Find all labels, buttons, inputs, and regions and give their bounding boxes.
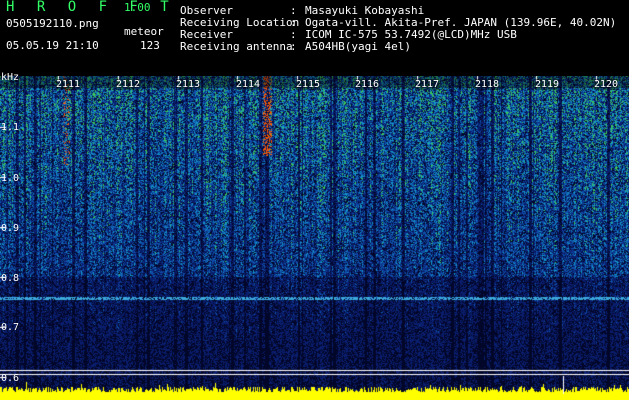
file-name: 0505192110.png bbox=[6, 17, 99, 30]
header-panel: H R O F F T 1.00 0505192110.png meteor 0… bbox=[0, 0, 629, 76]
time-tick-label: 2112 bbox=[116, 79, 141, 90]
app-version: 1.00 bbox=[124, 1, 151, 14]
count-value: 123 bbox=[140, 39, 160, 52]
antenna-label: Receiving antenna bbox=[180, 40, 293, 53]
antenna-value: A504HB(yagi 4el) bbox=[305, 40, 411, 53]
time-tick-label: 2118 bbox=[475, 79, 500, 90]
date-time: 05.05.19 21:10 bbox=[6, 39, 99, 52]
time-tick-label: 2114 bbox=[236, 79, 261, 90]
time-tick-label: 2115 bbox=[296, 79, 321, 90]
mode-label: meteor bbox=[124, 25, 164, 38]
spectrogram-canvas bbox=[0, 76, 629, 400]
antenna-colon: : bbox=[290, 40, 297, 53]
freq-tick-label: 0.6 bbox=[1, 373, 20, 384]
freq-tick-label: 1.1 bbox=[1, 122, 20, 133]
time-tick-label: 2120 bbox=[594, 79, 619, 90]
freq-tick-label: 0.7 bbox=[1, 322, 20, 333]
time-tick-label: 2116 bbox=[355, 79, 380, 90]
time-tick-label: 2111 bbox=[56, 79, 81, 90]
time-tick-label: 2119 bbox=[535, 79, 560, 90]
freq-tick-label: 1.0 bbox=[1, 173, 20, 184]
time-tick-label: 2117 bbox=[415, 79, 440, 90]
freq-tick-label: 0.8 bbox=[1, 273, 20, 284]
time-tick-label: 2113 bbox=[176, 79, 201, 90]
freq-tick-label: 0.9 bbox=[1, 223, 20, 234]
freq-unit-label: kHz bbox=[1, 72, 20, 83]
